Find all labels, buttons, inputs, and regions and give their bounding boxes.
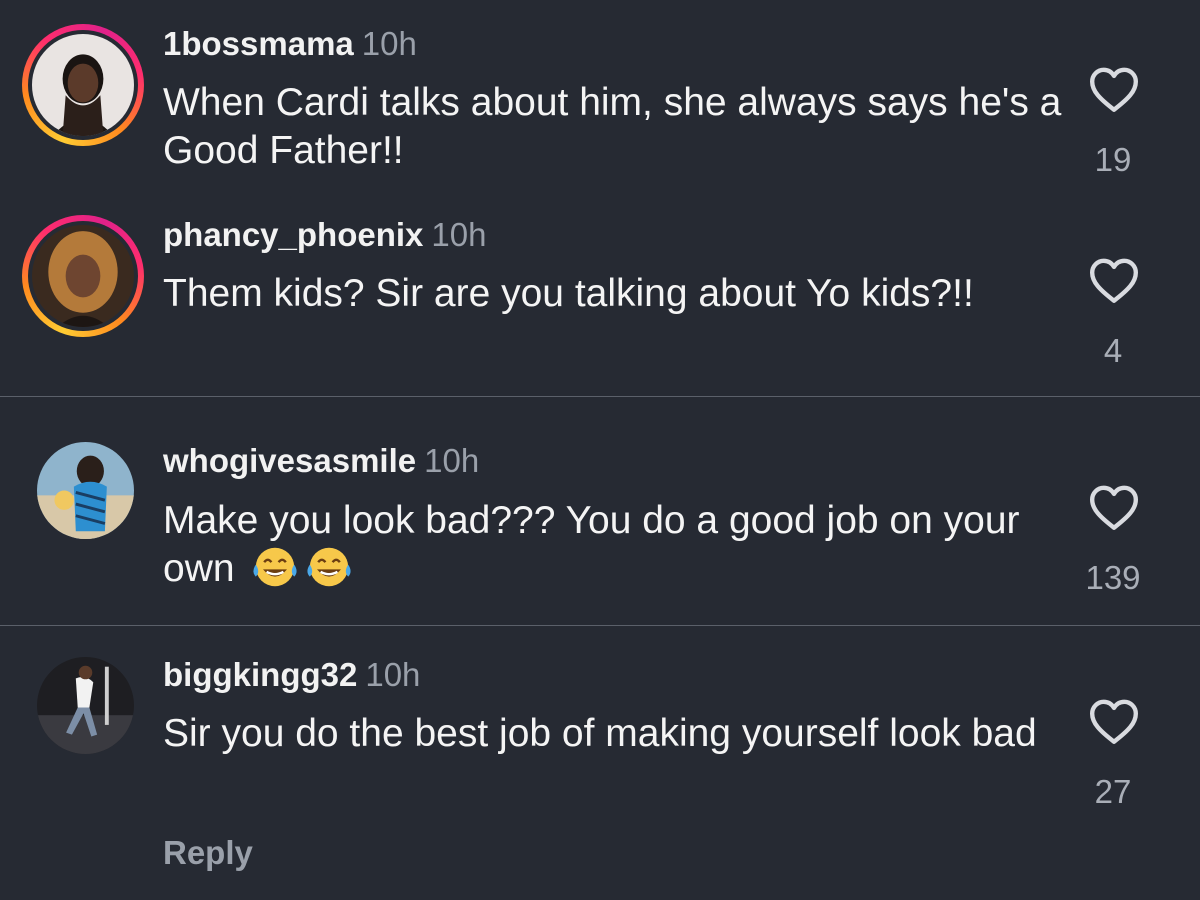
like-count: 4 [1103, 332, 1123, 369]
username[interactable]: whogivesasmile [163, 442, 416, 479]
timestamp: 10h [365, 656, 421, 693]
divider [0, 625, 1200, 626]
timestamp: 10h [424, 442, 480, 479]
like-count: 19 [1094, 141, 1132, 178]
like-count: 139 [1085, 559, 1141, 596]
face-with-tears-of-joy-icon [251, 545, 299, 589]
heart-icon[interactable] [1086, 483, 1142, 531]
avatar[interactable] [32, 34, 134, 136]
story-ring[interactable] [22, 24, 144, 146]
story-ring[interactable] [22, 215, 144, 337]
username[interactable]: phancy_phoenix [163, 216, 423, 253]
timestamp: 10h [361, 25, 417, 62]
comment-text: When Cardi talks about him, she always s… [163, 81, 1062, 172]
timestamp: 10h [431, 216, 487, 253]
avatar[interactable] [37, 442, 134, 539]
heart-icon[interactable] [1086, 697, 1142, 745]
heart-icon[interactable] [1086, 65, 1142, 113]
comment-text: Make you look bad??? You do a good job o… [163, 497, 1063, 593]
username[interactable]: 1bossmama [163, 25, 354, 62]
avatar[interactable] [37, 657, 134, 754]
comment-header: 1bossmama 10h [163, 24, 417, 64]
reply-button[interactable]: Reply [163, 833, 253, 873]
comment-header: biggkingg32 10h [163, 655, 420, 695]
like-count: 27 [1094, 773, 1132, 810]
heart-icon[interactable] [1086, 256, 1142, 304]
avatar[interactable] [32, 225, 134, 327]
comment-text: Sir you do the best job of making yourse… [163, 712, 1037, 755]
divider [0, 396, 1200, 397]
face-with-tears-of-joy-icon [305, 545, 353, 589]
comment-header: phancy_phoenix 10h [163, 215, 486, 255]
username[interactable]: biggkingg32 [163, 656, 357, 693]
comment-header: whogivesasmile 10h [163, 441, 479, 481]
comment-text: Them kids? Sir are you talking about Yo … [163, 272, 974, 315]
